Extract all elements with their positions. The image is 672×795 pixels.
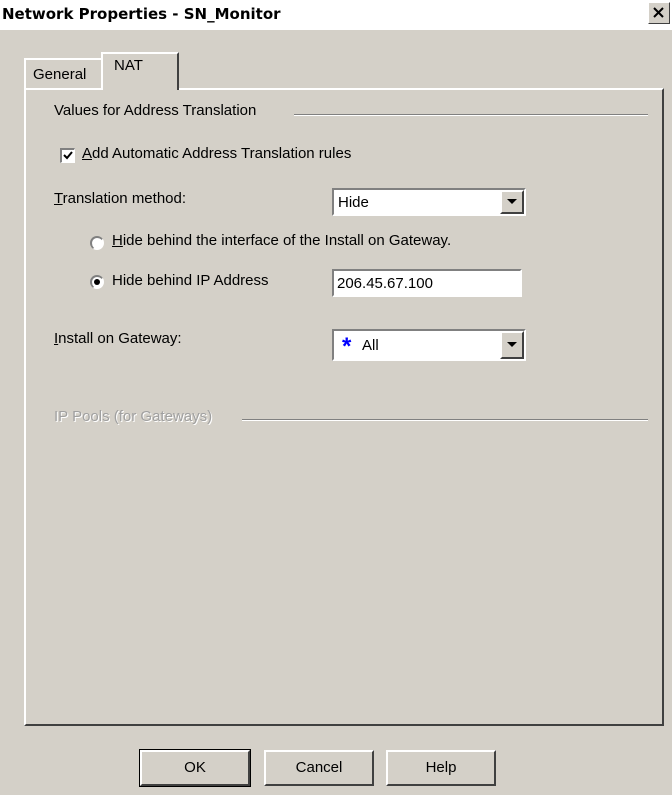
radio-hide-behind-interface-label[interactable]: Hide behind the interface of the Install… [112, 232, 451, 249]
tab-general-label: General [33, 66, 87, 83]
checkmark-icon [63, 151, 73, 160]
ip-address-value: 206.45.67.100 [337, 275, 433, 292]
install-on-gateway-value: All [362, 337, 379, 354]
group-divider [294, 114, 648, 116]
tab-nat-label: NAT [114, 57, 143, 74]
ip-address-input[interactable]: 206.45.67.100 [332, 269, 522, 297]
nat-panel: Values for Address Translation Add Autom… [24, 88, 664, 726]
translation-method-label: Translation method: [54, 190, 187, 207]
install-on-gateway-select[interactable]: * All [332, 329, 526, 361]
group-ip-pools-label: IP Pools (for Gateways) [54, 408, 213, 425]
window-title: Network Properties - SN_Monitor [2, 5, 281, 23]
chevron-down-icon [507, 199, 517, 204]
tab-general[interactable]: General [24, 58, 101, 88]
auto-rules-checkbox[interactable] [60, 148, 75, 163]
install-on-gateway-label: Install on Gateway: [54, 330, 182, 347]
translation-method-value: Hide [338, 194, 369, 211]
translation-method-dropdown-button[interactable] [500, 190, 524, 214]
radio-hide-behind-ip[interactable] [90, 275, 104, 289]
tab-nat[interactable]: NAT [101, 52, 179, 90]
close-icon [653, 7, 664, 18]
translation-method-select[interactable]: Hide [332, 188, 526, 216]
cancel-button[interactable]: Cancel [264, 750, 374, 786]
chevron-down-icon [507, 342, 517, 347]
radio-hide-behind-ip-label[interactable]: Hide behind IP Address [112, 272, 269, 289]
group-divider [242, 419, 648, 421]
ok-button[interactable]: OK [139, 749, 251, 787]
close-button[interactable] [648, 2, 670, 24]
radio-hide-behind-interface[interactable] [90, 236, 104, 250]
asterisk-icon: * [342, 333, 352, 360]
group-address-translation-label: Values for Address Translation [54, 102, 257, 119]
radio-selected-dot [94, 279, 100, 285]
help-button[interactable]: Help [386, 750, 496, 786]
install-on-gateway-dropdown-button[interactable] [500, 331, 524, 359]
title-bar: Network Properties - SN_Monitor [0, 0, 672, 30]
auto-rules-label[interactable]: Add Automatic Address Translation rules [82, 145, 351, 162]
